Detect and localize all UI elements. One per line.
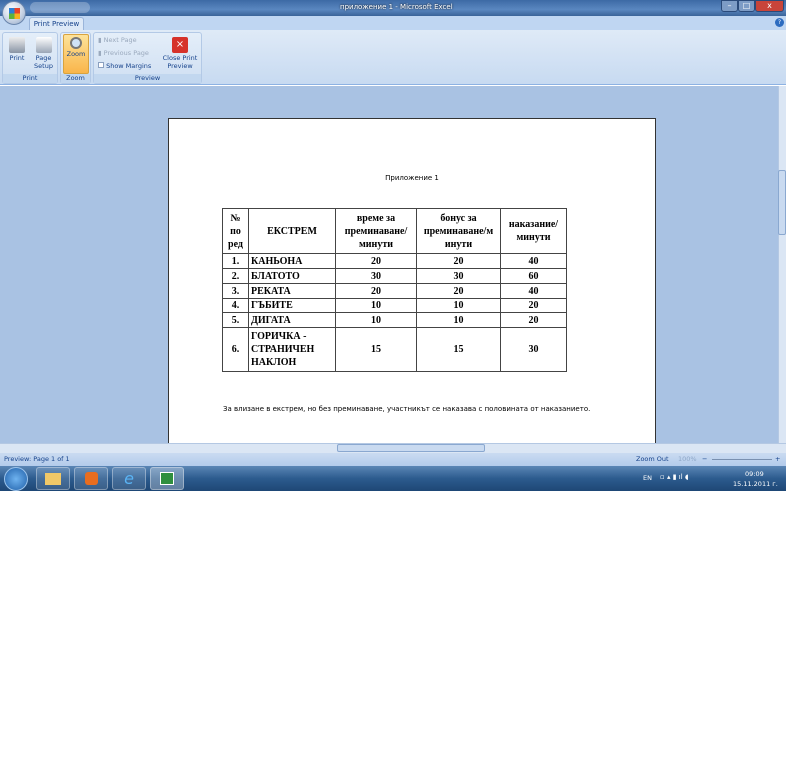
bonus-cell: 30	[416, 268, 501, 284]
row-number: 5.	[222, 312, 249, 328]
zoom-plus-button[interactable]: +	[775, 453, 780, 466]
bonus-cell: 20	[416, 283, 501, 299]
extreme-name: БЛАТОТО	[248, 268, 336, 284]
group-label: Preview	[94, 74, 201, 83]
page-setup-button[interactable]: Page Setup	[30, 35, 57, 70]
bonus-cell: 15	[416, 327, 501, 372]
tab-print-preview[interactable]: Print Preview	[29, 17, 84, 31]
row-number: 6.	[222, 327, 249, 372]
preview-page: Приложение 1 № по ред ЕКСТРЕМ време за п…	[168, 118, 656, 443]
vertical-scroll-thumb[interactable]	[778, 170, 786, 235]
page-status: Preview: Page 1 of 1	[4, 455, 70, 463]
bonus-cell: 20	[416, 253, 501, 269]
tray-icons[interactable]: ▫ ▴ ▮ ıl ◖	[660, 473, 689, 481]
taskbar-explorer[interactable]	[36, 467, 70, 490]
extreme-name: ДИГАТА	[248, 312, 336, 328]
taskbar-excel[interactable]	[150, 467, 184, 490]
date: 15.11.2011 г.	[733, 480, 778, 488]
clock[interactable]: 09:09	[745, 470, 764, 478]
magnifier-icon	[70, 37, 82, 49]
close-window-button[interactable]: x	[755, 0, 784, 12]
excel-icon	[160, 472, 174, 485]
time-cell: 10	[335, 298, 417, 313]
preview-group: ▮ Next Page ▮ Previous Page Show Margins…	[93, 32, 202, 84]
extreme-name: КАНЬОНА	[248, 253, 336, 269]
zoom-group: Zoom Zoom	[60, 32, 91, 84]
language-indicator[interactable]: EN	[643, 474, 652, 482]
penalty-cell: 60	[500, 268, 567, 284]
taskbar-internet-explorer[interactable]: e	[112, 467, 146, 490]
table-row: 5. ДИГАТА 10 10 20	[222, 312, 567, 328]
media-player-icon	[84, 472, 98, 485]
group-label: Zoom	[61, 74, 90, 83]
row-number: 2.	[222, 268, 249, 284]
print-button[interactable]: Print	[5, 35, 29, 62]
zoom-slider[interactable]	[712, 459, 772, 460]
table-row: 1. КАНЬОНА 20 20 40	[222, 253, 567, 269]
close-icon: ×	[172, 37, 188, 53]
ribbon-tab-row	[0, 16, 786, 30]
taskbar-media-player[interactable]	[74, 467, 108, 490]
status-bar: Preview: Page 1 of 1 Zoom Out 100% − +	[0, 453, 786, 466]
header-cell: наказание/ минути	[500, 208, 567, 254]
close-print-preview-button[interactable]: × Close Print Preview	[160, 35, 200, 70]
previous-page-button[interactable]: ▮ Previous Page	[98, 47, 149, 59]
print-group: Print Page Setup Print	[2, 32, 58, 84]
next-page-button[interactable]: ▮ Next Page	[98, 34, 137, 46]
horizontal-scroll-thumb[interactable]	[337, 444, 485, 452]
row-number: 1.	[222, 253, 249, 269]
zoom-out-button[interactable]: Zoom Out	[636, 453, 669, 466]
penalty-cell: 40	[500, 283, 567, 299]
restore-button[interactable]: □	[738, 0, 755, 12]
extreme-name: ГОРИЧКА - СТРАНИЧЕН НАКЛОН	[248, 327, 336, 372]
group-label: Print	[3, 74, 57, 83]
time-cell: 10	[335, 312, 417, 328]
help-icon[interactable]: ?	[775, 18, 784, 27]
row-number: 3.	[222, 283, 249, 299]
row-number: 4.	[222, 298, 249, 313]
zoom-level: 100%	[678, 455, 697, 463]
header-cell: време за преминаване/ минути	[335, 208, 417, 254]
minimize-button[interactable]: –	[721, 0, 738, 12]
printer-icon	[9, 37, 25, 53]
office-logo-icon	[8, 7, 20, 19]
table-row: 6. ГОРИЧКА - СТРАНИЧЕН НАКЛОН 15 15 30	[222, 327, 567, 372]
extreme-name: РЕКАТА	[248, 283, 336, 299]
page-setup-icon	[35, 37, 52, 53]
zoom-minus-button[interactable]: −	[702, 453, 707, 466]
time-cell: 15	[335, 327, 417, 372]
page-note: За влизане в екстрем, но без преминаване…	[223, 405, 591, 413]
data-table: № по ред ЕКСТРЕМ време за преминаване/ м…	[222, 208, 567, 372]
quick-access-toolbar[interactable]	[30, 2, 90, 13]
window-title: приложение 1 - Microsoft Excel	[340, 3, 453, 11]
header-cell: № по ред	[222, 208, 249, 254]
time-cell: 20	[335, 283, 417, 299]
header-cell: ЕКСТРЕМ	[248, 208, 336, 254]
table-row: 4. ГЪБИТЕ 10 10 20	[222, 298, 567, 313]
penalty-cell: 40	[500, 253, 567, 269]
table-row: 3. РЕКАТА 20 20 40	[222, 283, 567, 299]
zoom-button[interactable]: Zoom	[63, 34, 89, 74]
office-button[interactable]	[2, 1, 26, 25]
start-button[interactable]	[4, 467, 28, 491]
vertical-scrollbar[interactable]	[778, 86, 786, 443]
show-margins-checkbox[interactable]: Show Margins	[98, 60, 151, 72]
penalty-cell: 20	[500, 312, 567, 328]
bonus-cell: 10	[416, 312, 501, 328]
extreme-name: ГЪБИТЕ	[248, 298, 336, 313]
penalty-cell: 30	[500, 327, 567, 372]
bonus-cell: 10	[416, 298, 501, 313]
table-row: 2. БЛАТОТО 30 30 60	[222, 268, 567, 284]
ie-icon: e	[124, 469, 134, 488]
time-cell: 20	[335, 253, 417, 269]
folder-icon	[45, 472, 61, 485]
time-cell: 30	[335, 268, 417, 284]
table-header-row: № по ред ЕКСТРЕМ време за преминаване/ м…	[222, 208, 567, 254]
page-caption: Приложение 1	[385, 174, 439, 182]
header-cell: бонус за преминаване/м инути	[416, 208, 501, 254]
penalty-cell: 20	[500, 298, 567, 313]
